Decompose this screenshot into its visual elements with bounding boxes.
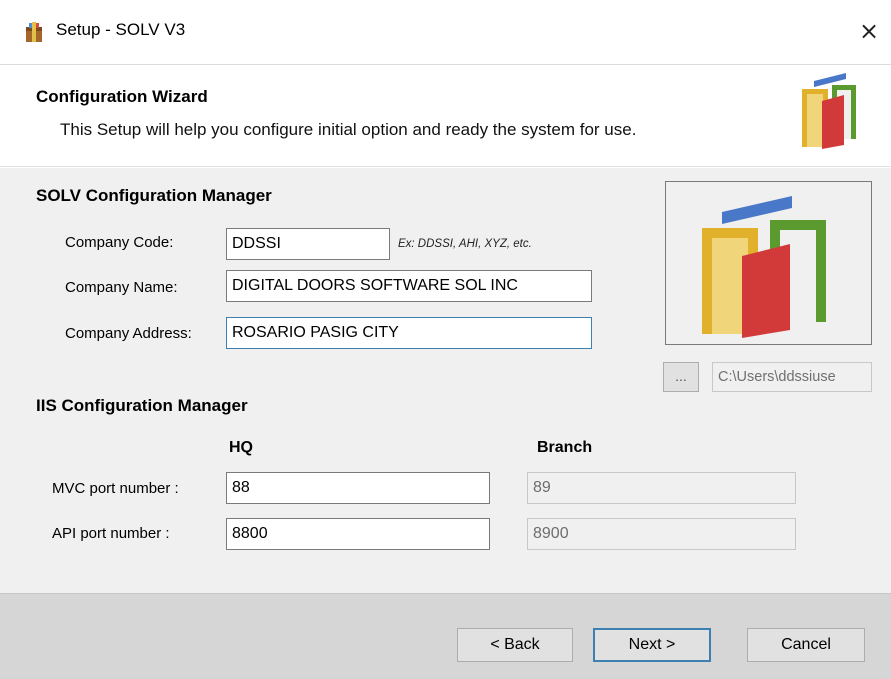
- wizard-content: SOLV Configuration Manager Company Code:…: [0, 168, 891, 593]
- api-port-branch-field: 8900: [527, 518, 796, 550]
- company-code-field[interactable]: DDSSI: [226, 228, 390, 260]
- header-title: Configuration Wizard: [36, 87, 208, 106]
- window-title: Setup - SOLV V3: [56, 20, 186, 39]
- mvc-port-hq-field[interactable]: 88: [226, 472, 490, 504]
- setup-window: Setup - SOLV V3 × Configuration Wizard T…: [0, 0, 891, 679]
- company-name-label: Company Name:: [65, 279, 178, 296]
- company-address-label: Company Address:: [65, 325, 192, 342]
- close-button[interactable]: ×: [852, 14, 886, 48]
- cancel-button[interactable]: Cancel: [747, 628, 865, 662]
- next-button[interactable]: Next >: [593, 628, 711, 662]
- branch-column-header: Branch: [537, 439, 593, 456]
- wizard-footer: < Back Next > Cancel: [0, 593, 891, 679]
- logo-path-field: C:\Users\ddssiuse: [712, 362, 872, 392]
- hq-column-header: HQ: [229, 439, 253, 456]
- company-address-field[interactable]: ROSARIO PASIG CITY: [226, 317, 592, 349]
- api-port-hq-field[interactable]: 8800: [226, 518, 490, 550]
- company-code-label: Company Code:: [65, 234, 174, 251]
- company-logo-preview: [665, 181, 872, 345]
- mvc-port-label: MVC port number :: [52, 480, 179, 497]
- company-name-field[interactable]: DIGITAL DOORS SOFTWARE SOL INC: [226, 270, 592, 302]
- installer-box-icon: [26, 22, 42, 42]
- company-code-hint: Ex: DDSSI, AHI, XYZ, etc.: [398, 238, 532, 250]
- back-button[interactable]: < Back: [457, 628, 573, 662]
- solv-logo-icon: [802, 73, 856, 149]
- header-subtitle: This Setup will help you configure initi…: [60, 120, 637, 139]
- browse-logo-button[interactable]: ...: [663, 362, 699, 392]
- iis-config-title: IIS Configuration Manager: [36, 396, 248, 415]
- api-port-label: API port number :: [52, 525, 170, 542]
- wizard-header: Configuration Wizard This Setup will hel…: [0, 64, 891, 166]
- title-bar: Setup - SOLV V3 ×: [0, 0, 891, 64]
- solv-logo-large-icon: [702, 196, 826, 338]
- mvc-port-branch-field: 89: [527, 472, 796, 504]
- solv-config-title: SOLV Configuration Manager: [36, 186, 272, 205]
